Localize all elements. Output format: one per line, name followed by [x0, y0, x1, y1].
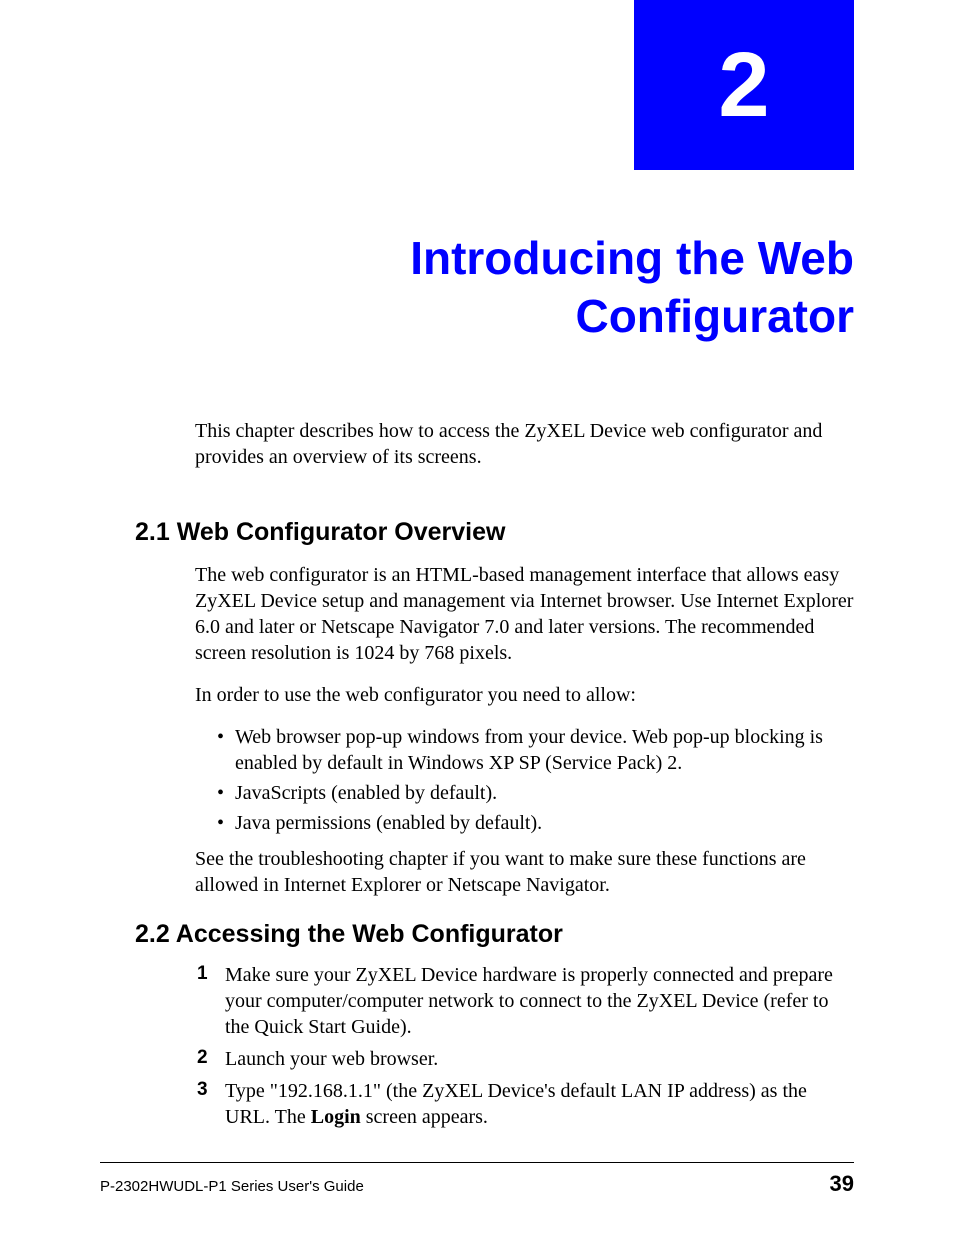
list-item: 2 Launch your web browser. [195, 1046, 854, 1072]
section-2-1-para1: The web configurator is an HTML-based ma… [195, 562, 854, 666]
chapter-title: Introducing the Web Configurator [135, 230, 854, 345]
page-footer: P-2302HWUDL-P1 Series User's Guide 39 [100, 1162, 854, 1197]
list-item: 3 Type "192.168.1.1" (the ZyXEL Device's… [195, 1078, 854, 1130]
list-item: Java permissions (enabled by default). [217, 810, 854, 836]
section-heading-2-1: 2.1 Web Configurator Overview [135, 518, 505, 547]
step-number: 3 [197, 1078, 208, 1103]
section-2-1-para3: See the troubleshooting chapter if you w… [195, 846, 854, 898]
section-2-1-body: The web configurator is an HTML-based ma… [195, 562, 854, 914]
section-2-1-bullets: Web browser pop-up windows from your dev… [217, 724, 854, 836]
step-number: 1 [197, 962, 208, 987]
list-item: 1 Make sure your ZyXEL Device hardware i… [195, 962, 854, 1040]
chapter-number-block: 2 [634, 0, 854, 170]
step-text: Make sure your ZyXEL Device hardware is … [225, 964, 833, 1038]
footer-page-number: 39 [830, 1171, 854, 1197]
document-page: 2 Introducing the Web Configurator This … [0, 0, 954, 1235]
chapter-intro: This chapter describes how to access the… [195, 418, 854, 470]
step-number: 2 [197, 1046, 208, 1071]
section-2-2-steps: 1 Make sure your ZyXEL Device hardware i… [195, 962, 854, 1130]
list-item: JavaScripts (enabled by default). [217, 780, 854, 806]
section-2-1-para2: In order to use the web configurator you… [195, 682, 854, 708]
section-2-2-body: 1 Make sure your ZyXEL Device hardware i… [195, 962, 854, 1136]
footer-guide-title: P-2302HWUDL-P1 Series User's Guide [100, 1178, 364, 1195]
step-text-bold: Login [311, 1106, 361, 1128]
chapter-number: 2 [718, 39, 769, 131]
list-item: Web browser pop-up windows from your dev… [217, 724, 854, 776]
step-text-suffix: screen appears. [361, 1106, 488, 1128]
step-text: Launch your web browser. [225, 1048, 438, 1070]
section-heading-2-2: 2.2 Accessing the Web Configurator [135, 920, 563, 949]
